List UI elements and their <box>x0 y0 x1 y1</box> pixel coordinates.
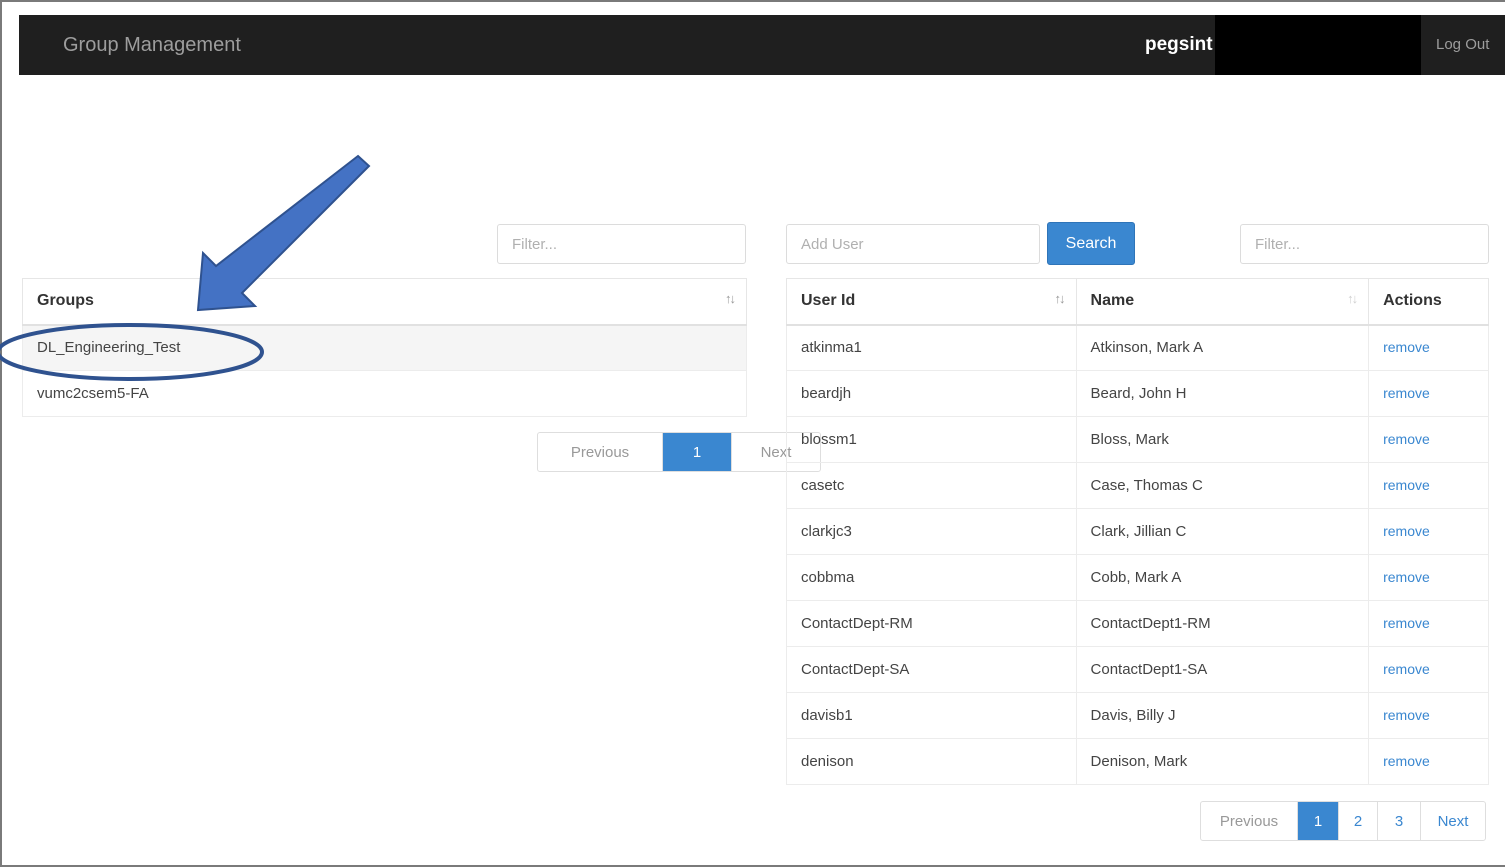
groups-table: Groups ↑↓ DL_Engineering_Test vumc2csem5… <box>22 278 747 417</box>
actions-column-header: Actions <box>1368 278 1489 326</box>
remove-link[interactable]: remove <box>1383 477 1430 493</box>
groups-column-header[interactable]: Groups ↑↓ <box>22 278 747 326</box>
remove-link[interactable]: remove <box>1383 707 1430 723</box>
user-name-cell: ContactDept1-RM <box>1075 600 1370 647</box>
actions-cell: remove <box>1368 462 1489 509</box>
user-id-cell: atkinma1 <box>786 324 1077 371</box>
user-id-cell: denison <box>786 738 1077 785</box>
actions-cell: remove <box>1368 646 1489 693</box>
user-id-column-header[interactable]: User Id ↑↓ <box>786 278 1077 326</box>
search-button[interactable]: Search <box>1047 222 1135 265</box>
top-navbar: Group Management pegsint Log Out <box>19 15 1505 75</box>
groups-header-label: Groups <box>37 292 94 310</box>
remove-link[interactable]: remove <box>1383 615 1430 631</box>
user-id-cell: blossm1 <box>786 416 1077 463</box>
brand-title[interactable]: Group Management <box>63 15 241 75</box>
remove-link[interactable]: remove <box>1383 385 1430 401</box>
user-id-cell: casetc <box>786 462 1077 509</box>
remove-link[interactable]: remove <box>1383 661 1430 677</box>
user-name-cell: Denison, Mark <box>1075 738 1370 785</box>
user-name-cell: Bloss, Mark <box>1075 416 1370 463</box>
user-id-cell: ContactDept-SA <box>786 646 1077 693</box>
pagination-page-2[interactable]: 2 <box>1339 802 1378 840</box>
sort-icon[interactable]: ↑↓ <box>1347 291 1358 306</box>
add-user-input[interactable] <box>786 224 1040 264</box>
user-id-header-label: User Id <box>801 292 856 310</box>
user-name-cell: Case, Thomas C <box>1075 462 1370 509</box>
actions-cell: remove <box>1368 416 1489 463</box>
user-name-cell: Beard, John H <box>1075 370 1370 417</box>
table-row[interactable]: atkinma1 Atkinson, Mark A remove <box>786 324 1489 371</box>
actions-cell: remove <box>1368 324 1489 371</box>
user-id-cell: davisb1 <box>786 692 1077 739</box>
table-row[interactable]: ContactDept-RM ContactDept1-RM remove <box>786 600 1489 647</box>
name-column-header[interactable]: Name ↑↓ <box>1075 278 1370 326</box>
table-row[interactable]: davisb1 Davis, Billy J remove <box>786 692 1489 739</box>
group-cell[interactable]: DL_Engineering_Test <box>22 324 747 371</box>
users-table: User Id ↑↓ Name ↑↓ Actions atkinma1 Atkin… <box>786 278 1489 785</box>
users-filter-input[interactable] <box>1240 224 1489 264</box>
group-cell[interactable]: vumc2csem5-FA <box>22 370 747 417</box>
table-row[interactable]: denison Denison, Mark remove <box>786 738 1489 785</box>
table-row[interactable]: casetc Case, Thomas C remove <box>786 462 1489 509</box>
user-name-cell: ContactDept1-SA <box>1075 646 1370 693</box>
logout-link[interactable]: Log Out <box>1436 15 1489 75</box>
pagination-previous[interactable]: Previous <box>538 433 663 471</box>
sort-icon[interactable]: ↑↓ <box>725 291 736 306</box>
user-name-cell: Atkinson, Mark A <box>1075 324 1370 371</box>
table-row[interactable]: blossm1 Bloss, Mark remove <box>786 416 1489 463</box>
actions-cell: remove <box>1368 692 1489 739</box>
remove-link[interactable]: remove <box>1383 339 1430 355</box>
remove-link[interactable]: remove <box>1383 431 1430 447</box>
name-header-label: Name <box>1090 292 1135 310</box>
table-row[interactable]: ContactDept-SA ContactDept1-SA remove <box>786 646 1489 693</box>
table-row[interactable]: clarkjc3 Clark, Jillian C remove <box>786 508 1489 555</box>
user-id-cell: ContactDept-RM <box>786 600 1077 647</box>
user-id-cell: clarkjc3 <box>786 508 1077 555</box>
table-row[interactable]: cobbma Cobb, Mark A remove <box>786 554 1489 601</box>
pagination-page-1[interactable]: 1 <box>1298 802 1339 840</box>
table-row[interactable]: vumc2csem5-FA <box>22 370 747 417</box>
remove-link[interactable]: remove <box>1383 569 1430 585</box>
actions-cell: remove <box>1368 738 1489 785</box>
actions-cell: remove <box>1368 370 1489 417</box>
pagination-page-1[interactable]: 1 <box>663 433 732 471</box>
user-id-cell: cobbma <box>786 554 1077 601</box>
table-row[interactable]: DL_Engineering_Test <box>22 324 747 371</box>
groups-pagination: Previous 1 Next <box>537 432 821 472</box>
table-row[interactable]: beardjh Beard, John H remove <box>786 370 1489 417</box>
pagination-next[interactable]: Next <box>1421 802 1485 840</box>
pagination-previous[interactable]: Previous <box>1201 802 1298 840</box>
redacted-block <box>1215 15 1421 75</box>
users-table-body: atkinma1 Atkinson, Mark Aremove beardjh Bea… <box>786 324 1489 785</box>
current-user: pegsint <box>1145 34 1213 55</box>
user-name-cell: Cobb, Mark A <box>1075 554 1370 601</box>
user-id-cell: beardjh <box>786 370 1077 417</box>
remove-link[interactable]: remove <box>1383 523 1430 539</box>
users-pagination: Previous 1 2 3 Next <box>1200 801 1486 841</box>
pagination-page-3[interactable]: 3 <box>1378 802 1421 840</box>
actions-cell: remove <box>1368 508 1489 555</box>
actions-header-label: Actions <box>1383 292 1442 310</box>
sort-icon[interactable]: ↑↓ <box>1055 291 1066 306</box>
groups-filter-input[interactable] <box>497 224 746 264</box>
user-name-cell: Clark, Jillian C <box>1075 508 1370 555</box>
actions-cell: remove <box>1368 554 1489 601</box>
remove-link[interactable]: remove <box>1383 753 1430 769</box>
user-name-cell: Davis, Billy J <box>1075 692 1370 739</box>
actions-cell: remove <box>1368 600 1489 647</box>
